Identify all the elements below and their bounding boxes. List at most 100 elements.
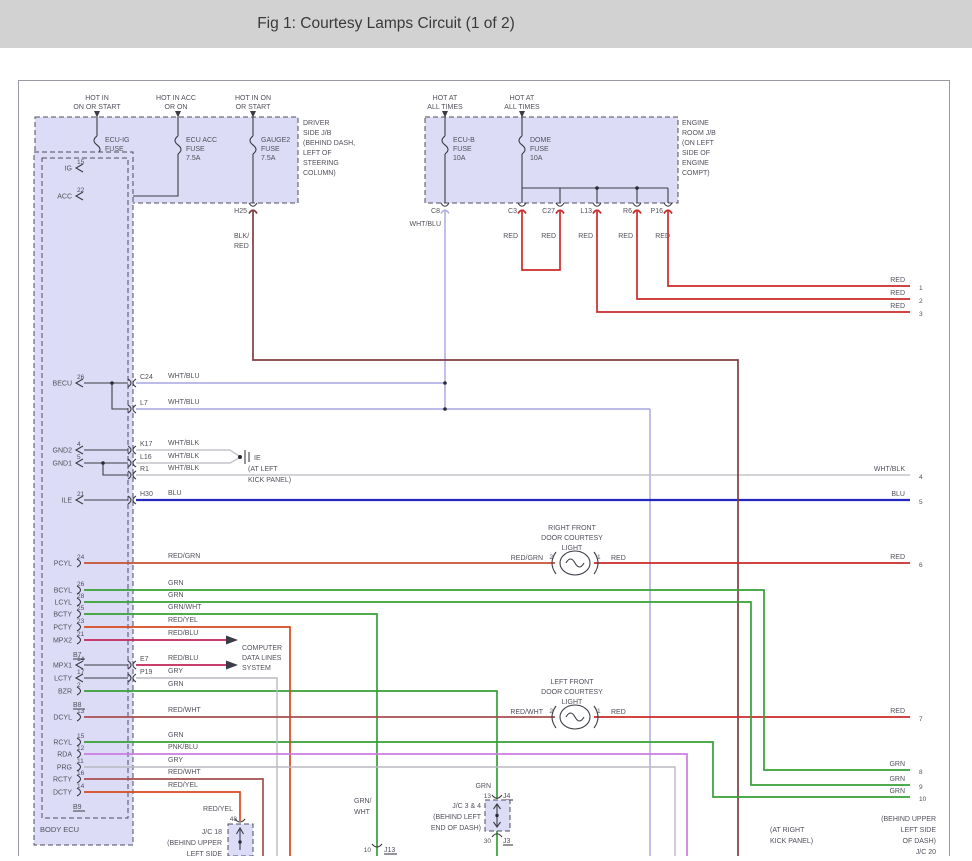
junction-jc34: GRN 13 J4 J/C 3 & 4 (BEHIND LEFT END OF … bbox=[431, 783, 513, 845]
junction-location: LEFT SIDE bbox=[187, 851, 223, 856]
location-label: OF DASH) bbox=[903, 838, 936, 845]
feed-label: HOT IN ACC bbox=[156, 95, 196, 102]
wire-label: RED/YEL bbox=[203, 806, 233, 813]
lamp-filament-icon bbox=[552, 552, 598, 574]
ground-id: IE bbox=[254, 455, 261, 462]
wire-label: RED/YEL bbox=[168, 782, 198, 789]
wire-label: GRN bbox=[168, 592, 184, 599]
junction-location: END OF DASH) bbox=[431, 825, 481, 832]
junction-location: (BEHIND UPPER bbox=[167, 840, 222, 847]
pin-name: PRG bbox=[57, 765, 72, 772]
wire-label: RED bbox=[611, 709, 626, 716]
pin-name: ACC bbox=[57, 194, 72, 201]
pin-name: PCTY bbox=[53, 625, 72, 632]
junction-name: J/C 18 bbox=[202, 829, 222, 836]
wire-label: GRN/ bbox=[354, 798, 372, 805]
right-front-courtesy-light: RIGHT FRONT DOOR COURTESY LIGHT RED/GRN … bbox=[511, 525, 626, 575]
wire-label: RED/WHT bbox=[510, 709, 543, 716]
wire-label: RED/WHT bbox=[168, 769, 201, 776]
pin-name: BZR bbox=[58, 689, 72, 696]
jb-location-label: ENGINE bbox=[682, 160, 709, 167]
wire-gry bbox=[84, 678, 675, 856]
ground-location: (AT LEFT bbox=[248, 466, 278, 473]
pin-name: DCTY bbox=[53, 790, 72, 797]
pin-name: MPX1 bbox=[53, 663, 72, 670]
wires bbox=[84, 211, 910, 856]
ground-location: KICK PANEL) bbox=[248, 477, 291, 484]
connector-label: C3 bbox=[508, 208, 517, 215]
wiring-diagram: HOT IN ON OR START HOT IN ACC OR ON HOT … bbox=[0, 48, 972, 856]
edge-ref-number: 1 bbox=[919, 285, 923, 292]
jb-location-label: (BEHIND DASH, bbox=[303, 140, 355, 147]
wire-blk-red bbox=[253, 211, 738, 856]
pin-number: 2 bbox=[549, 554, 553, 561]
body-ecu: BODY ECU B7 B8 B9 IG ACC BECU GND2 GND1 … bbox=[34, 152, 202, 845]
fuse-label: FUSE bbox=[530, 146, 549, 153]
wire-label: RED bbox=[618, 233, 633, 240]
wire-label: RED/YEL bbox=[168, 617, 198, 624]
wire-label: RED bbox=[890, 708, 905, 715]
fuse-label: ECU-B bbox=[453, 137, 475, 144]
connector-label: L13 bbox=[580, 208, 592, 215]
wire-label: RED bbox=[503, 233, 518, 240]
pin-name: ILE bbox=[61, 498, 72, 505]
system-label: COMPUTER bbox=[242, 645, 282, 652]
wire-label: WHT bbox=[354, 809, 371, 816]
wire-label: GRN bbox=[168, 580, 184, 587]
edge-ref-number: 6 bbox=[919, 562, 923, 569]
junction-dot bbox=[635, 186, 639, 190]
edge-ref-number: 10 bbox=[919, 796, 927, 803]
pin-name: BECU bbox=[53, 381, 72, 388]
fuse-label: 10A bbox=[453, 155, 466, 162]
fuse-label: DOME bbox=[530, 137, 551, 144]
fuse-label: 7.5A bbox=[186, 155, 201, 162]
connector-group-label: B9 bbox=[73, 804, 82, 811]
location-label: KICK PANEL) bbox=[770, 838, 813, 845]
connector-label: P16 bbox=[651, 208, 664, 215]
edge-ref-number: 5 bbox=[919, 499, 923, 506]
fuse-label: 10A bbox=[530, 155, 543, 162]
arrow-right-icon bbox=[226, 636, 238, 670]
wire-label: GRN bbox=[889, 788, 905, 795]
engine-room-jb: HOT AT ALL TIMES HOT AT ALL TIMES ECU-B … bbox=[410, 95, 717, 240]
fuse-label: FUSE bbox=[453, 146, 472, 153]
feed-label: HOT AT bbox=[433, 95, 458, 102]
light-label: LEFT FRONT bbox=[550, 679, 594, 686]
ground-dot bbox=[238, 455, 242, 459]
connector-label: E7 bbox=[140, 656, 149, 663]
wire-label: GRN bbox=[889, 776, 905, 783]
wire-label: GRN/WHT bbox=[168, 604, 202, 611]
junction-dot bbox=[595, 186, 599, 190]
pin-name: LCTY bbox=[54, 676, 72, 683]
connector-icon bbox=[518, 210, 672, 213]
jb-location-label: DRIVER bbox=[303, 120, 329, 127]
lamp-filament-icon bbox=[552, 706, 598, 728]
ground-ie: IE (AT LEFT KICK PANEL) bbox=[238, 450, 291, 484]
wire-label: RED bbox=[890, 303, 905, 310]
connector-label: C24 bbox=[140, 374, 153, 381]
pin-number: 1 bbox=[597, 554, 601, 561]
pin-number: 30 bbox=[484, 838, 492, 845]
wire-label: RED bbox=[234, 243, 249, 250]
left-front-courtesy-light: LEFT FRONT DOOR COURTESY LIGHT RED/WHT 2… bbox=[510, 679, 625, 729]
wire-label: RED bbox=[611, 555, 626, 562]
wire-label: WHT/BLK bbox=[168, 465, 199, 472]
light-label: DOOR COURTESY bbox=[541, 689, 603, 696]
edge-ref-number: 2 bbox=[919, 298, 923, 305]
connector-label: R1 bbox=[140, 466, 149, 473]
fuse-label: ECU-IG bbox=[105, 137, 130, 144]
connector-label: H30 bbox=[140, 491, 153, 498]
wire-label: RED bbox=[890, 277, 905, 284]
wire-label: BLU bbox=[168, 490, 182, 497]
fuse-label: 7.5A bbox=[261, 155, 276, 162]
pin-number: 48 bbox=[230, 816, 238, 823]
wire-label: RED/BLU bbox=[168, 655, 198, 662]
jb-location-label: COLUMN) bbox=[303, 170, 336, 177]
feed-label: HOT IN bbox=[85, 95, 109, 102]
wire-label: RED/GRN bbox=[168, 553, 200, 560]
light-label: RIGHT FRONT bbox=[548, 525, 596, 532]
wire-label: WHT/BLK bbox=[874, 466, 905, 473]
bottom-location-labels: (AT RIGHT KICK PANEL) (BEHIND UPPER LEFT… bbox=[770, 816, 936, 856]
connector-label: J4 bbox=[503, 793, 511, 800]
junction-j13: GRN/ WHT 10 J13 bbox=[354, 798, 397, 854]
